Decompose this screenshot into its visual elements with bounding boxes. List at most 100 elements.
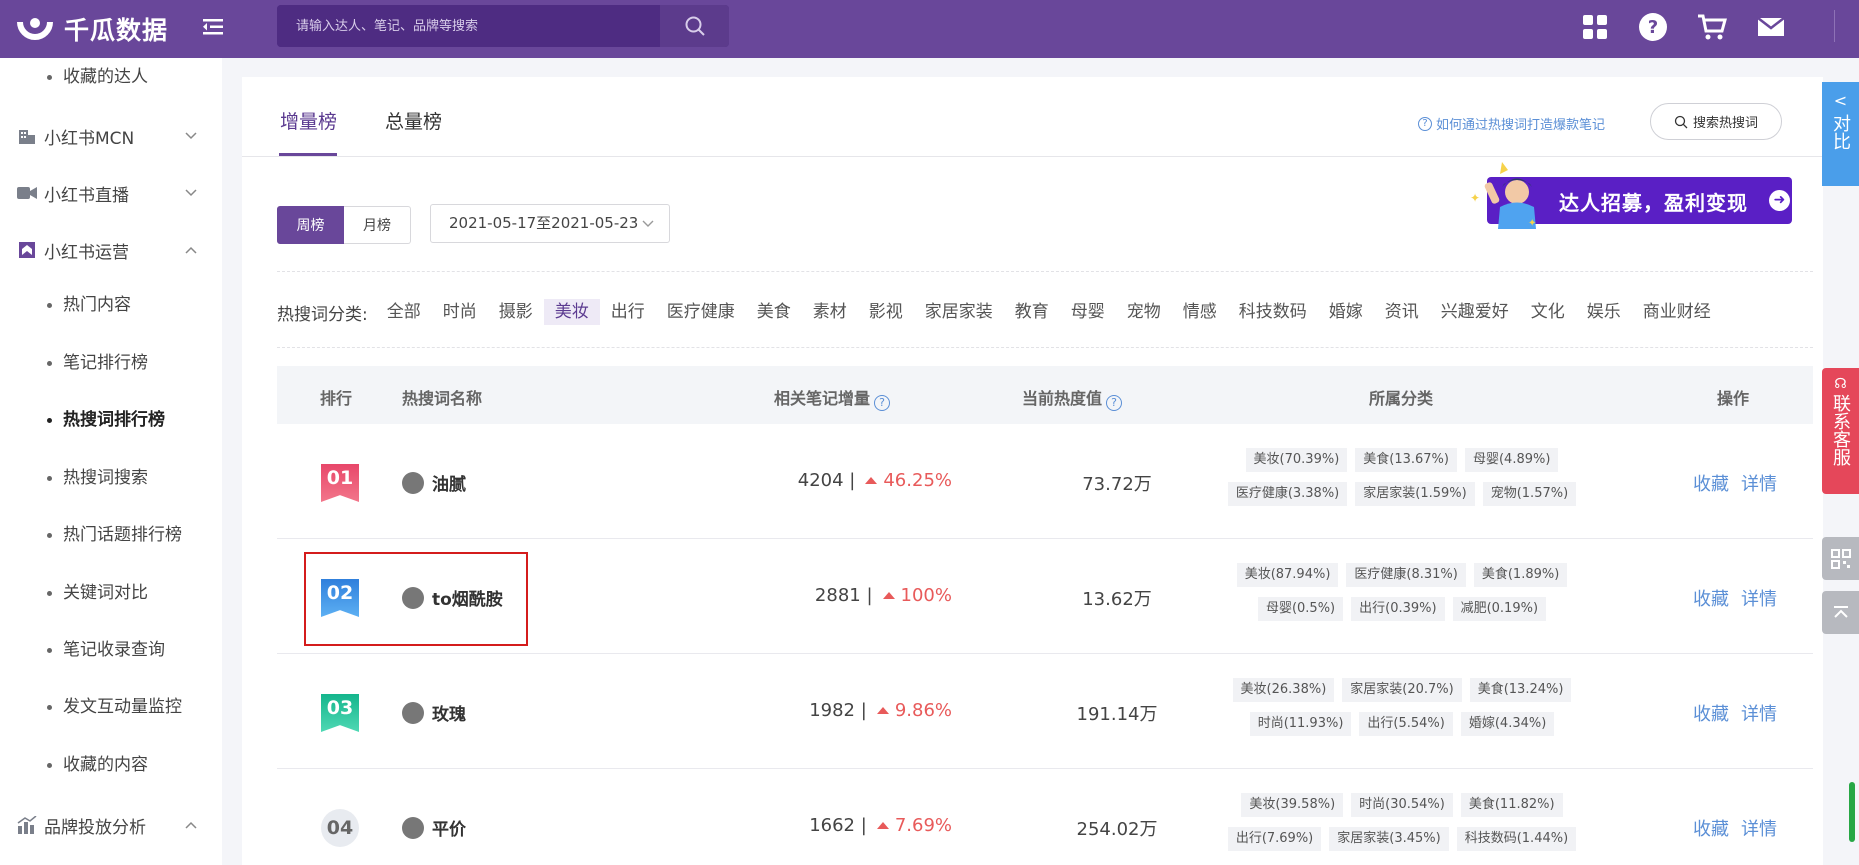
detail-link[interactable]: 详情 [1741,474,1777,495]
back-to-top-button[interactable] [1822,591,1859,634]
category-tag: 减肥(0.19%) [1452,597,1547,621]
sidebar-group-live[interactable]: 小红书直播 [17,176,202,210]
category-all[interactable]: 全部 [376,299,432,325]
building-icon [17,126,37,146]
category-culture[interactable]: 文化 [1520,299,1576,325]
sidebar-item-hot-topic-ranking[interactable]: 热门话题排行榜 [47,520,182,550]
search-box [277,5,729,47]
header-category: 所属分类 [1369,389,1434,408]
scrollbar[interactable] [1849,782,1855,842]
sidebar-item-note-ranking[interactable]: 笔记排行榜 [47,348,148,378]
note-growth: 1662 | [809,815,867,836]
keyword-name[interactable]: 油腻 [432,470,466,495]
category-tag: 婚嫁(4.34%) [1460,712,1555,736]
category-beauty[interactable]: 美妆 [543,299,600,325]
table-header: 排行 热搜词名称 相关笔记增量? 当前热度值? 所属分类 操作 [277,366,1813,424]
search-button[interactable] [660,5,729,47]
sidebar-group-operation[interactable]: 小红书运营 [17,233,202,267]
divider [277,271,1813,272]
sidebar-group-brand-analysis[interactable]: 品牌投放分析 [17,808,202,842]
category-tech[interactable]: 科技数码 [1228,299,1318,325]
detail-link[interactable]: 详情 [1741,589,1777,610]
mail-icon[interactable] [1756,12,1786,42]
sidebar-group-mcn[interactable]: 小红书MCN [17,119,202,153]
category-fashion[interactable]: 时尚 [432,299,488,325]
chevron-left-icon: < [1833,91,1848,110]
heat-value: 13.62万 [1082,589,1152,610]
sidebar-item-keyword-compare[interactable]: 关键词对比 [47,578,148,608]
date-range-select[interactable]: 2021-05-17至2021-05-23 [430,204,670,243]
search-input[interactable] [277,5,660,47]
cart-icon[interactable] [1697,12,1727,42]
category-travel[interactable]: 出行 [600,299,656,325]
keyword-name[interactable]: 玫瑰 [432,700,466,725]
category-tag: 美食(13.67%) [1355,448,1457,472]
header-name: 热搜词名称 [402,389,483,408]
rank-badge: 04 [321,809,359,847]
sidebar-item-note-index-query[interactable]: 笔记收录查询 [47,635,165,665]
category-business[interactable]: 商业财经 [1632,299,1722,325]
category-tag: 家居家装(3.45%) [1329,827,1449,851]
monthly-button[interactable]: 月榜 [344,206,411,244]
category-photography[interactable]: 摄影 [488,299,544,325]
detail-link[interactable]: 详情 [1741,704,1777,725]
category-maternal[interactable]: 母婴 [1060,299,1116,325]
help-icon[interactable]: ? [1638,12,1668,42]
help-link[interactable]: ? 如何通过热搜词打造爆款笔记 [1418,114,1605,133]
menu-toggle-icon[interactable] [200,14,228,42]
note-growth: 4204 | [797,470,856,491]
sidebar-item-hot-content[interactable]: 热门内容 [47,290,131,320]
category-food[interactable]: 美食 [746,299,802,325]
category-hobby[interactable]: 兴趣爱好 [1430,299,1520,325]
tabs-bar: 增量榜 总量榜 ? 如何通过热搜词打造爆款笔记 搜索热搜词 [242,77,1823,157]
sidebar-item-interaction-monitor[interactable]: 发文互动量监控 [47,692,182,722]
rank-badge: 01 [321,464,359,502]
category-news[interactable]: 资讯 [1374,299,1430,325]
tab-increase[interactable]: 增量榜 [280,107,337,134]
category-emotion[interactable]: 情感 [1172,299,1228,325]
weekly-button[interactable]: 周榜 [277,206,344,244]
tab-total[interactable]: 总量榜 [385,107,442,134]
note-growth: 1982 | [809,700,867,721]
category-tag: 美妆(70.39%) [1245,448,1348,472]
search-icon [1674,115,1688,128]
category-tag: 出行(0.39%) [1351,597,1445,621]
arrow-up-icon [876,707,889,714]
customer-service-tab[interactable]: ☊ 联系客服 [1822,368,1859,494]
category-home[interactable]: 家居家装 [914,299,1004,325]
compare-tab[interactable]: < 对比 [1822,82,1859,186]
arrow-up-icon [876,822,889,829]
logo[interactable]: 千瓜数据 [16,10,168,48]
category-tag: 医疗健康(8.31%) [1346,563,1466,587]
category-label: 热搜词分类: [277,304,368,325]
favorite-link[interactable]: 收藏 [1693,589,1729,610]
mascot-icon: ✦ ✦ [1470,162,1536,229]
header-heat: 当前热度值? [1022,385,1123,411]
sidebar-item-favorite-content[interactable]: 收藏的内容 [47,750,148,780]
sidebar-item-favorite-kols[interactable]: 收藏的达人 [47,62,148,92]
keyword-name[interactable]: 平价 [432,815,466,840]
category-material[interactable]: 素材 [802,299,858,325]
flame-icon [402,816,424,839]
category-pets[interactable]: 宠物 [1116,299,1172,325]
apps-grid-icon[interactable] [1580,12,1610,42]
table-row: 01 油腻 4204 | 46.25% 73.72万 美妆(70.39%) 美食(1… [277,424,1813,539]
search-hot-words-button[interactable]: 搜索热搜词 [1650,103,1782,140]
favorite-link[interactable]: 收藏 [1693,704,1729,725]
favorite-link[interactable]: 收藏 [1693,819,1729,840]
category-health[interactable]: 医疗健康 [656,299,746,325]
favorite-link[interactable]: 收藏 [1693,474,1729,495]
help-icon[interactable]: ? [874,395,891,411]
search-icon [685,16,705,36]
category-entertainment[interactable]: 娱乐 [1576,299,1632,325]
sidebar-item-hot-search-query[interactable]: 热搜词搜索 [47,463,148,493]
category-tag: 出行(7.69%) [1227,827,1322,851]
recruit-banner[interactable]: ✦ ✦ 达人招募，盈利变现 ➜ [1462,162,1802,229]
help-icon[interactable]: ? [1106,395,1123,411]
category-education[interactable]: 教育 [1004,299,1060,325]
detail-link[interactable]: 详情 [1741,819,1777,840]
qrcode-button[interactable] [1822,537,1859,580]
category-wedding[interactable]: 婚嫁 [1318,299,1374,325]
sidebar-item-hot-search-ranking[interactable]: 热搜词排行榜 [47,405,165,435]
category-film[interactable]: 影视 [858,299,914,325]
